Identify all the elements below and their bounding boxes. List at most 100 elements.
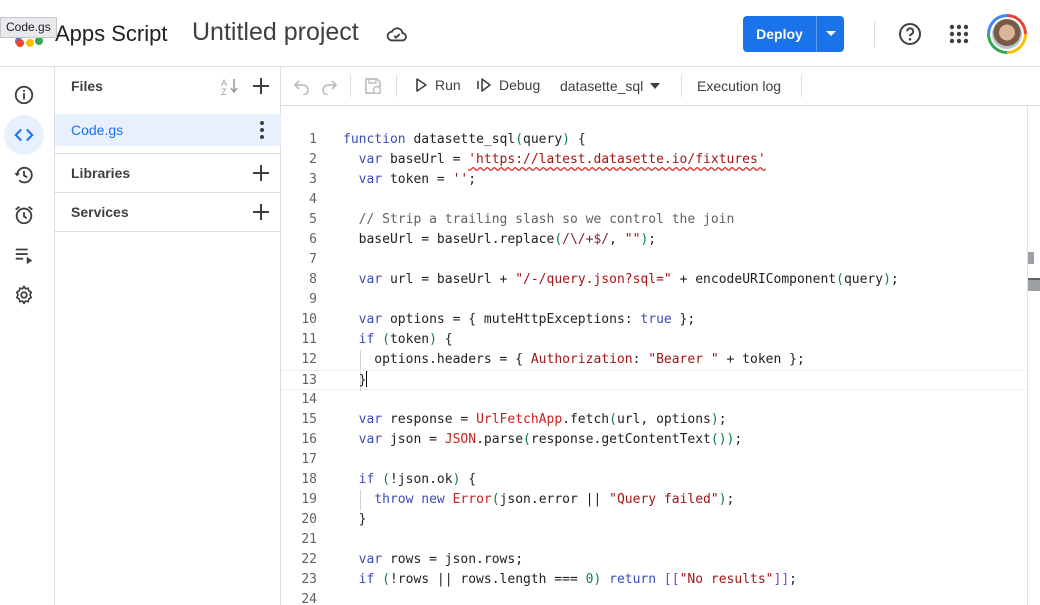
code-text[interactable]: var baseUrl = 'https://latest.datasette.…: [343, 150, 766, 170]
code-line[interactable]: 19 throw new Error(json.error || "Query …: [281, 490, 1027, 510]
deploy-label: Deploy: [756, 26, 803, 42]
code-text[interactable]: var rows = json.rows;: [343, 550, 523, 570]
code-text[interactable]: if (!rows || rows.length === 0) return […: [343, 570, 797, 590]
more-vert-icon[interactable]: [257, 120, 267, 140]
code-line[interactable]: 24: [281, 590, 1027, 605]
code-line[interactable]: 4: [281, 190, 1027, 210]
rail-executions[interactable]: [4, 235, 44, 275]
debug-label: Debug: [499, 77, 541, 93]
editor-scrollbar[interactable]: [1027, 106, 1040, 605]
function-select[interactable]: datasette_sql: [560, 78, 661, 94]
rail-project-history[interactable]: [4, 155, 44, 195]
code-text[interactable]: var response = UrlFetchApp.fetch(url, op…: [343, 410, 727, 430]
function-select-value: datasette_sql: [560, 78, 644, 94]
code-line[interactable]: 10 var options = { muteHttpExceptions: t…: [281, 310, 1027, 330]
code-text[interactable]: throw new Error(json.error || "Query fai…: [343, 490, 734, 510]
code-line[interactable]: 20 }: [281, 510, 1027, 530]
code-line[interactable]: 22 var rows = json.rows;: [281, 550, 1027, 570]
code-text[interactable]: }: [343, 371, 368, 391]
rail-project-settings[interactable]: [4, 275, 44, 315]
account-avatar[interactable]: [987, 14, 1027, 54]
code-text[interactable]: options.headers = { Authorization: "Bear…: [343, 350, 805, 370]
code-line[interactable]: 18 if (!json.ok) {: [281, 470, 1027, 490]
debug-icon: [477, 78, 491, 92]
line-number: 3: [309, 172, 317, 187]
code-line[interactable]: 9: [281, 290, 1027, 310]
rail-editor[interactable]: [4, 115, 44, 155]
code-line[interactable]: 7: [281, 250, 1027, 270]
libraries-label: Libraries: [71, 165, 131, 181]
code-text[interactable]: baseUrl = baseUrl.replace(/\/+$/, "");: [343, 230, 656, 250]
deploy-button[interactable]: Deploy: [743, 16, 844, 52]
svg-text:Z: Z: [221, 87, 227, 96]
files-panel: Files AZ Code.gs Libraries Services: [55, 67, 281, 605]
add-service-icon[interactable]: [251, 202, 271, 222]
code-text[interactable]: var options = { muteHttpExceptions: true…: [343, 310, 696, 330]
code-line[interactable]: 21: [281, 530, 1027, 550]
line-number: 12: [301, 352, 317, 367]
code-line[interactable]: 6 baseUrl = baseUrl.replace(/\/+$/, "");: [281, 230, 1027, 250]
save-icon[interactable]: [363, 76, 383, 96]
line-number: 15: [301, 412, 317, 427]
code-text[interactable]: var json = JSON.parse(response.getConten…: [343, 430, 743, 450]
line-number: 9: [309, 292, 317, 307]
code-text[interactable]: if (token) {: [343, 330, 453, 350]
line-number: 23: [301, 572, 317, 587]
code-text[interactable]: var url = baseUrl + "/-/query.json?sql="…: [343, 270, 899, 290]
redo-icon[interactable]: [320, 77, 338, 95]
top-app-bar: Code.gs Apps Script Untitled project Dep…: [0, 0, 1040, 67]
code-line[interactable]: 15 var response = UrlFetchApp.fetch(url,…: [281, 410, 1027, 430]
code-text[interactable]: if (!json.ok) {: [343, 470, 476, 490]
info-icon: [14, 85, 34, 105]
deploy-dropdown-icon[interactable]: [817, 30, 844, 38]
executions-icon: [15, 248, 33, 265]
line-number: 5: [309, 212, 317, 227]
code-text[interactable]: var token = '';: [343, 170, 476, 190]
file-item-code-gs[interactable]: Code.gs: [55, 114, 281, 146]
code-line[interactable]: 2 var baseUrl = 'https://latest.datasett…: [281, 150, 1027, 170]
google-apps-icon[interactable]: [947, 22, 971, 46]
add-library-icon[interactable]: [251, 163, 271, 183]
code-line[interactable]: 1 function datasette_sql(query) {: [281, 130, 1027, 150]
rail-overview[interactable]: [4, 75, 44, 115]
code-line[interactable]: 13 }: [281, 370, 1027, 391]
tooltip: Code.gs: [0, 17, 57, 38]
code-text[interactable]: // Strip a trailing slash so we control …: [343, 210, 735, 230]
cloud-saved-icon[interactable]: [386, 23, 408, 45]
run-button[interactable]: Run: [413, 77, 461, 93]
code-line[interactable]: 3 var token = '';: [281, 170, 1027, 190]
debug-button[interactable]: Debug: [477, 77, 540, 93]
help-icon[interactable]: [898, 22, 922, 46]
line-number: 18: [301, 472, 317, 487]
line-number: 1: [309, 132, 317, 147]
code-line[interactable]: 14: [281, 390, 1027, 410]
code-line[interactable]: 8 var url = baseUrl + "/-/query.json?sql…: [281, 270, 1027, 290]
scrollbar-thumb[interactable]: [1028, 278, 1040, 291]
line-number: 24: [301, 592, 317, 605]
alarm-icon: [15, 206, 33, 225]
code-line[interactable]: 11 if (token) {: [281, 330, 1027, 350]
add-file-icon[interactable]: [251, 76, 271, 96]
code-line[interactable]: 23 if (!rows || rows.length === 0) retur…: [281, 570, 1027, 590]
code-line[interactable]: 12 options.headers = { Authorization: "B…: [281, 350, 1027, 370]
rail-triggers[interactable]: [4, 195, 44, 235]
code-line[interactable]: 5 // Strip a trailing slash so we contro…: [281, 210, 1027, 230]
undo-icon[interactable]: [293, 77, 311, 95]
code-editor[interactable]: 1 function datasette_sql(query) {2 var ba…: [281, 106, 1027, 605]
execution-log-label: Execution log: [697, 78, 782, 94]
toolbar-divider: [801, 75, 802, 97]
files-label: Files: [71, 78, 103, 94]
files-header: Files AZ: [55, 67, 281, 105]
services-section[interactable]: Services: [55, 193, 281, 231]
project-title[interactable]: Untitled project: [192, 18, 359, 47]
code-text[interactable]: }: [343, 510, 367, 530]
code-text[interactable]: function datasette_sql(query) {: [343, 130, 586, 150]
code-line[interactable]: 16 var json = JSON.parse(response.getCon…: [281, 430, 1027, 450]
sort-az-icon[interactable]: AZ: [220, 76, 240, 96]
editor-toolbar: Run Debug datasette_sql Execution log: [281, 67, 1040, 106]
execution-log-button[interactable]: Execution log: [697, 78, 781, 94]
libraries-section[interactable]: Libraries: [55, 154, 281, 192]
dropdown-arrow-icon: [650, 83, 661, 89]
code-line[interactable]: 17: [281, 450, 1027, 470]
avatar-photo: [992, 19, 1022, 49]
